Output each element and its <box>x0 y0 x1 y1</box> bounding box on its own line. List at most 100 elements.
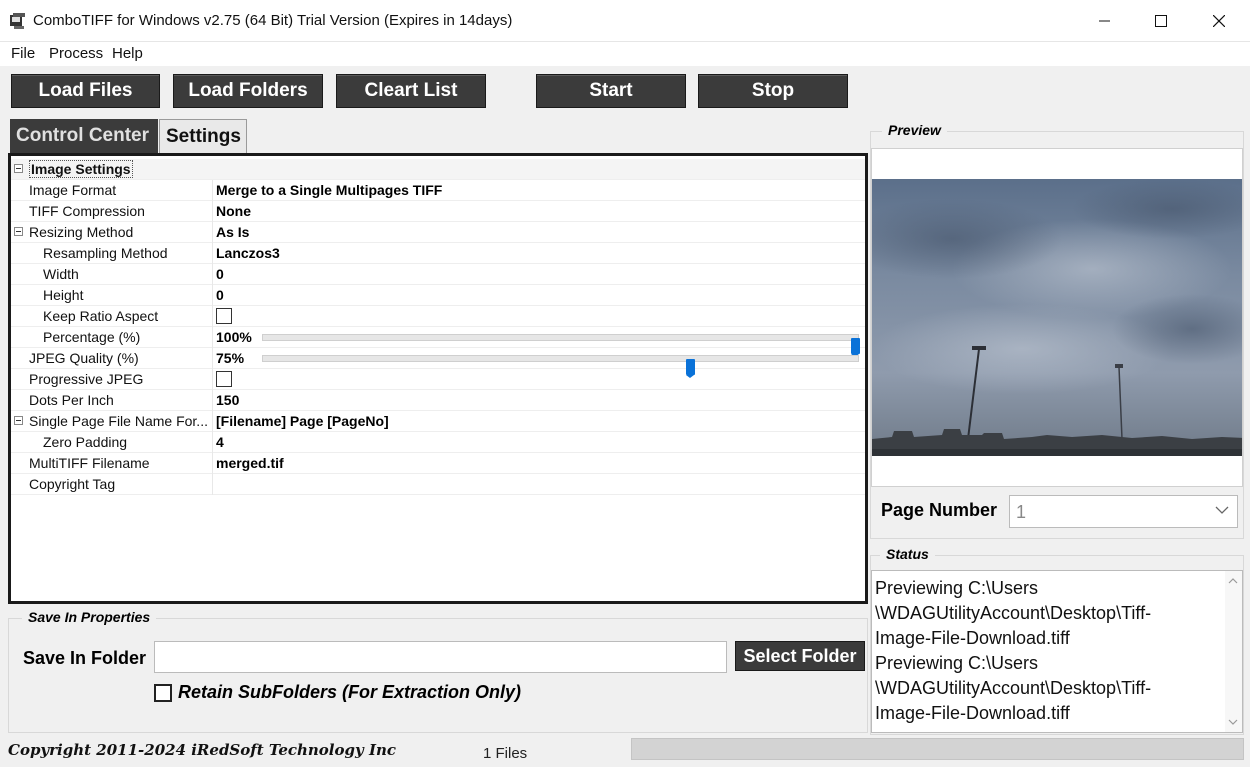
close-button[interactable] <box>1190 0 1248 42</box>
status-log-line: Image-File-Download.tiff <box>875 703 1070 723</box>
save-in-properties-legend: Save In Properties <box>22 609 157 625</box>
collapse-icon[interactable] <box>14 227 23 236</box>
collapse-icon[interactable] <box>14 164 23 173</box>
property-value[interactable]: 0 <box>216 287 224 303</box>
status-log-line: \WDAGUtilityAccount\Desktop\Tiff- <box>875 603 1152 623</box>
menu-file[interactable]: File <box>11 45 35 62</box>
property-name: MultiTIFF Filename <box>29 455 150 471</box>
property-name: Zero Padding <box>43 434 128 450</box>
grid-row-percentage[interactable]: Percentage (%) 100% <box>11 327 865 357</box>
close-icon <box>1213 15 1225 27</box>
preview-legend: Preview <box>882 122 947 138</box>
property-name: Percentage (%) <box>43 329 141 345</box>
files-count: 1 Files <box>483 745 528 762</box>
app-icon <box>10 13 25 29</box>
section-title: Image Settings <box>29 160 133 178</box>
property-name: Resampling Method <box>43 245 168 261</box>
minimize-button[interactable] <box>1076 0 1134 42</box>
keep-ratio-checkbox[interactable] <box>216 308 232 324</box>
property-value[interactable]: 4 <box>216 434 224 450</box>
scroll-down-icon[interactable] <box>1228 717 1238 727</box>
grid-row-copyright-tag[interactable]: Copyright Tag <box>11 474 865 495</box>
status-scrollbar[interactable] <box>1225 571 1242 732</box>
percentage-slider[interactable] <box>262 334 860 357</box>
property-value[interactable]: 150 <box>216 392 239 408</box>
maximize-button[interactable] <box>1132 0 1190 42</box>
save-folder-input[interactable] <box>154 641 727 673</box>
scroll-up-icon[interactable] <box>1228 576 1238 586</box>
tab-settings[interactable]: Settings <box>159 119 247 153</box>
property-value[interactable]: Lanczos3 <box>216 245 280 261</box>
property-value[interactable]: [Filename] Page [PageNo] <box>216 413 389 429</box>
progressive-jpeg-checkbox[interactable] <box>216 371 232 387</box>
property-value: 75% <box>216 350 245 366</box>
window-title: ComboTIFF for Windows v2.75 (64 Bit) Tri… <box>33 12 513 29</box>
status-log-line: Previewing C:\Users <box>875 653 1039 673</box>
status-log-line: Previewing C:\Users <box>875 578 1039 598</box>
chevron-down-icon <box>1215 506 1229 514</box>
grid-row-jpeg-quality[interactable]: JPEG Quality (%) 75% <box>11 348 865 378</box>
property-name: Progressive JPEG <box>29 371 144 387</box>
property-value[interactable]: merged.tif <box>216 455 284 471</box>
tab-control-center[interactable]: Control Center <box>10 119 158 153</box>
grid-row-multitiff-filename[interactable]: MultiTIFF Filename merged.tif <box>11 453 865 474</box>
retain-subfolders-label[interactable]: Retain SubFolders (For Extraction Only) <box>178 682 521 703</box>
grid-section-image-settings[interactable]: Image Settings <box>11 159 865 180</box>
menu-bar: File Process Help <box>0 42 1250 66</box>
stop-button[interactable]: Stop <box>698 74 848 108</box>
grid-row-width[interactable]: Width 0 <box>11 264 865 285</box>
save-in-properties-group <box>8 618 868 733</box>
grid-row-resizing-method[interactable]: Resizing Method As Is <box>11 222 865 243</box>
title-bar: ComboTIFF for Windows v2.75 (64 Bit) Tri… <box>0 0 1250 42</box>
property-name: Height <box>43 287 84 303</box>
load-files-button[interactable]: Load Files <box>11 74 160 108</box>
grid-row-resampling-method[interactable]: Resampling Method Lanczos3 <box>11 243 865 264</box>
menu-help[interactable]: Help <box>112 45 143 62</box>
page-number-select[interactable]: 1 <box>1009 495 1238 528</box>
property-value: 100% <box>216 329 252 345</box>
preview-image <box>871 148 1243 487</box>
grid-row-tiff-compression[interactable]: TIFF Compression None <box>11 201 865 222</box>
grid-row-zero-padding[interactable]: Zero Padding 4 <box>11 432 865 453</box>
property-value[interactable]: Merge to a Single Multipages TIFF <box>216 182 442 198</box>
collapse-icon[interactable] <box>14 416 23 425</box>
property-name: JPEG Quality (%) <box>29 350 139 366</box>
load-folders-button[interactable]: Load Folders <box>173 74 323 108</box>
status-log-line: Image-File-Download.tiff <box>875 628 1070 648</box>
property-name: Resizing Method <box>29 224 134 240</box>
property-value[interactable]: 0 <box>216 266 224 282</box>
property-name: TIFF Compression <box>29 203 145 219</box>
status-log-line: \WDAGUtilityAccount\Desktop\Tiff- <box>875 678 1152 698</box>
grid-row-image-format[interactable]: Image Format Merge to a Single Multipage… <box>11 180 865 201</box>
property-value[interactable]: None <box>216 203 251 219</box>
preview-image-graphic <box>872 149 1242 486</box>
save-in-folder-label: Save In Folder <box>23 648 147 668</box>
grid-row-height[interactable]: Height 0 <box>11 285 865 306</box>
grid-row-keep-ratio[interactable]: Keep Ratio Aspect <box>11 306 865 327</box>
copyright-text: Copyright 2011-2024 iRedSoft Technology … <box>8 741 396 759</box>
minimize-icon <box>1099 20 1110 22</box>
status-log[interactable]: Previewing C:\Users \WDAGUtilityAccount\D… <box>871 570 1243 733</box>
clear-list-button[interactable]: Cleart List <box>336 74 486 108</box>
property-name: Image Format <box>29 182 117 198</box>
menu-process[interactable]: Process <box>49 45 103 62</box>
status-log-text: Previewing C:\Users \WDAGUtilityAccount\D… <box>875 576 1220 726</box>
select-folder-button[interactable]: Select Folder <box>735 641 865 671</box>
page-number-label: Page Number <box>881 500 998 520</box>
property-name: Copyright Tag <box>29 476 116 492</box>
progress-bar <box>631 738 1244 760</box>
start-button[interactable]: Start <box>536 74 686 108</box>
property-name: Width <box>43 266 79 282</box>
status-legend: Status <box>880 546 935 562</box>
property-name: Keep Ratio Aspect <box>43 308 159 324</box>
property-value[interactable]: As Is <box>216 224 249 240</box>
grid-row-single-page-name[interactable]: Single Page File Name For... [Filename] … <box>11 411 865 432</box>
settings-property-grid: Image Settings Image Format Merge to a S… <box>8 153 868 604</box>
grid-row-progressive-jpeg[interactable]: Progressive JPEG <box>11 369 865 390</box>
jpeg-quality-slider[interactable] <box>262 355 859 378</box>
grid-row-dpi[interactable]: Dots Per Inch 150 <box>11 390 865 411</box>
property-name: Dots Per Inch <box>29 392 114 408</box>
retain-subfolders-checkbox[interactable] <box>154 684 172 702</box>
property-name: Single Page File Name For... <box>29 413 208 429</box>
maximize-icon <box>1155 15 1167 27</box>
